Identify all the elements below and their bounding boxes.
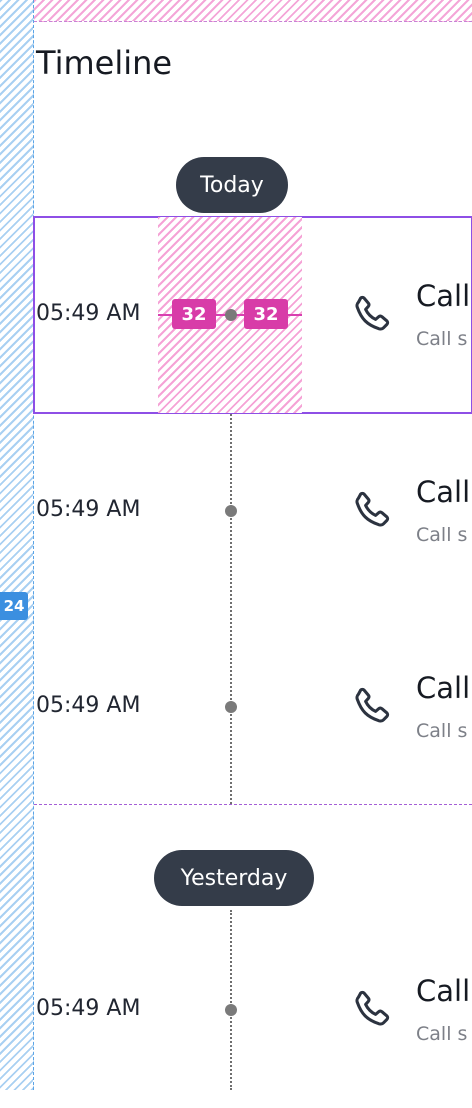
top-padding-overlay: [34, 0, 472, 22]
page-title: Timeline: [36, 44, 173, 82]
spacing-badge-left: 32: [172, 299, 216, 329]
item-title: Call: [416, 475, 471, 509]
timeline-dot: [225, 1004, 237, 1016]
group-chip-yesterday: Yesterday: [154, 850, 314, 906]
timeline-dot: [225, 505, 237, 517]
phone-icon: [355, 295, 390, 331]
item-time: 05:49 AM: [36, 693, 141, 718]
phone-icon: [355, 491, 390, 527]
group-chip-today: Today: [176, 157, 288, 213]
group-divider-bottom: [34, 804, 472, 805]
timeline-dot: [225, 309, 237, 321]
item-time: 05:49 AM: [36, 996, 141, 1021]
phone-icon: [355, 687, 390, 723]
left-padding-badge: 24: [0, 592, 28, 620]
left-padding-overlay: [0, 0, 34, 1090]
timeline-dot: [225, 701, 237, 713]
item-subtitle: Call s: [416, 1023, 468, 1045]
spacing-badge-right: 32: [244, 299, 288, 329]
item-title: Call: [416, 974, 471, 1008]
item-title: Call: [416, 671, 471, 705]
timeline-item[interactable]: 32 32 05:49 AM Call Call s: [33, 216, 472, 414]
item-time: 05:49 AM: [36, 301, 141, 326]
item-subtitle: Call s: [416, 720, 468, 742]
item-title: Call: [416, 279, 471, 313]
timeline-item[interactable]: 05:49 AM Call Call s: [34, 609, 472, 805]
item-time: 05:49 AM: [36, 497, 141, 522]
item-subtitle: Call s: [416, 328, 468, 350]
item-subtitle: Call s: [416, 524, 468, 546]
timeline-item[interactable]: 05:49 AM Call Call s: [34, 912, 472, 1108]
timeline-item[interactable]: 05:49 AM Call Call s: [34, 413, 472, 609]
phone-icon: [355, 990, 390, 1026]
